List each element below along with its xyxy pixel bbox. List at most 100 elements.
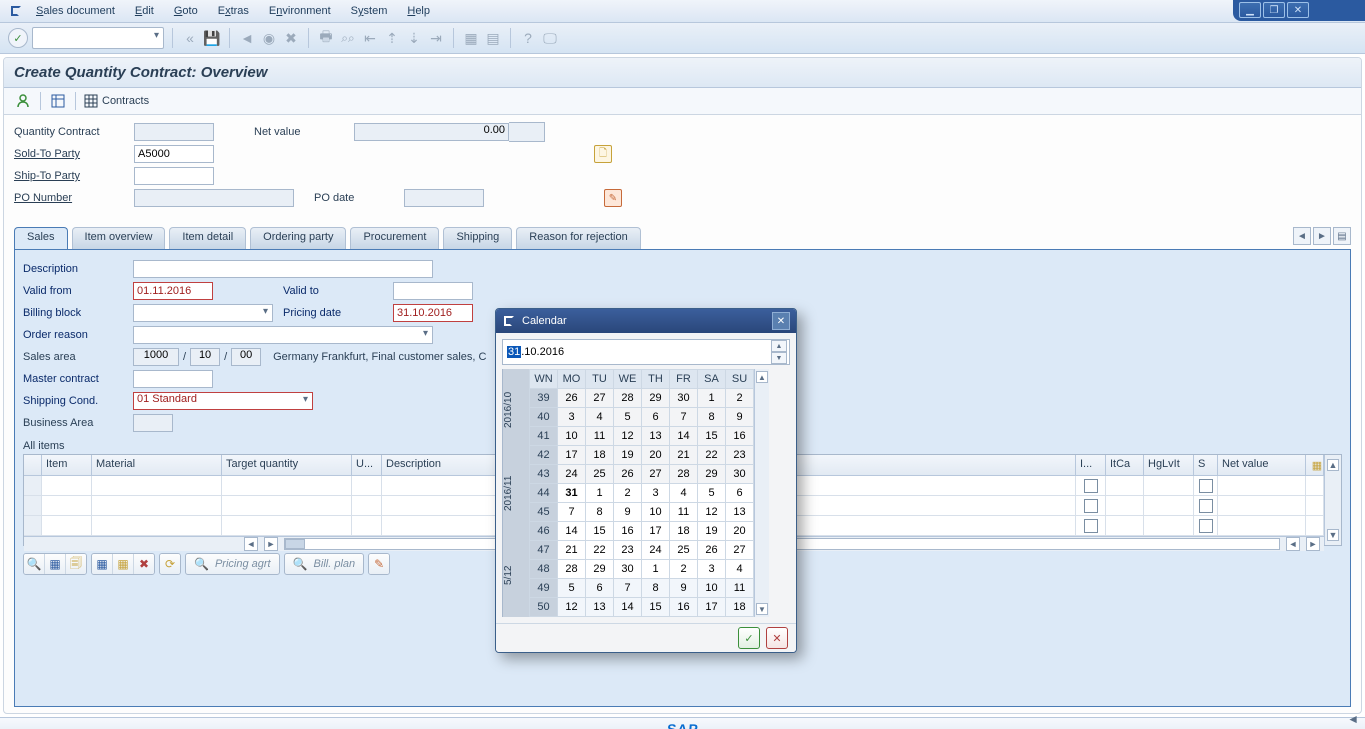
calendar-day[interactable]: 16 [614, 522, 642, 541]
sold-to-field[interactable] [134, 145, 214, 163]
calendar-day[interactable]: 23 [726, 446, 754, 465]
calendar-day[interactable]: 25 [586, 465, 614, 484]
calendar-day[interactable]: 29 [642, 389, 670, 408]
calendar-day[interactable]: 25 [670, 541, 698, 560]
calendar-day[interactable]: 26 [698, 541, 726, 560]
shipping-cond-combo[interactable]: 01 Standard [133, 392, 313, 410]
calendar-day[interactable]: 27 [586, 389, 614, 408]
calendar-close-button[interactable]: ✕ [772, 312, 790, 330]
tab-shipping[interactable]: Shipping [443, 227, 512, 249]
calendar-day[interactable]: 18 [586, 446, 614, 465]
pricing-date-field[interactable] [393, 304, 473, 322]
calendar-cancel-button[interactable]: ✕ [766, 627, 788, 649]
calendar-day[interactable]: 19 [614, 446, 642, 465]
tab-procurement[interactable]: Procurement [350, 227, 439, 249]
calendar-day[interactable]: 2 [726, 389, 754, 408]
calendar-day[interactable]: 29 [698, 465, 726, 484]
col-netvalue[interactable]: Net value [1218, 455, 1306, 475]
calendar-day[interactable]: 22 [698, 446, 726, 465]
calendar-day[interactable]: 16 [670, 598, 698, 617]
tab-prev[interactable]: ◄ [1293, 227, 1311, 245]
col-itca[interactable]: ItCa [1106, 455, 1144, 475]
calendar-day[interactable]: 9 [670, 579, 698, 598]
checkbox[interactable] [1084, 479, 1098, 493]
calendar-day[interactable]: 17 [558, 446, 586, 465]
calendar-day[interactable]: 8 [698, 408, 726, 427]
scroll-right-end[interactable]: ► [1306, 537, 1320, 551]
calendar-day[interactable]: 26 [614, 465, 642, 484]
calendar-day[interactable]: 13 [642, 427, 670, 446]
scroll-thumb[interactable] [285, 539, 305, 549]
col-material[interactable]: Material [92, 455, 222, 475]
calendar-scroll-down[interactable]: ▼ [756, 603, 768, 615]
calendar-day[interactable]: 17 [642, 522, 670, 541]
note-icon[interactable]: ✎ [604, 189, 622, 207]
calendar-day[interactable]: 5 [614, 408, 642, 427]
calendar-day[interactable]: 31 [558, 484, 586, 503]
grid-config-icon[interactable]: ▦ [1306, 455, 1324, 475]
enter-button[interactable]: ✓ [8, 28, 28, 48]
new-session-icon[interactable]: ▦ [462, 29, 480, 47]
scroll-right[interactable]: ► [264, 537, 278, 551]
calendar-day[interactable]: 24 [558, 465, 586, 484]
calendar-day[interactable]: 14 [614, 598, 642, 617]
calendar-day[interactable]: 9 [726, 408, 754, 427]
valid-from-field[interactable] [133, 282, 213, 300]
calendar-day[interactable]: 27 [642, 465, 670, 484]
billing-block-combo[interactable] [133, 304, 273, 322]
person-icon[interactable] [14, 92, 32, 110]
calendar-day[interactable]: 4 [586, 408, 614, 427]
window-close[interactable]: ✕ [1287, 2, 1309, 18]
tab-item-overview[interactable]: Item overview [72, 227, 166, 249]
calendar-day[interactable]: 27 [726, 541, 754, 560]
menu-system[interactable]: System [351, 5, 388, 17]
calendar-day[interactable]: 9 [614, 503, 642, 522]
cancel-icon[interactable]: ✖ [282, 29, 300, 47]
next-page-icon[interactable]: ⇣ [405, 29, 423, 47]
grid-select-col[interactable] [24, 455, 42, 475]
calendar-day[interactable]: 8 [642, 579, 670, 598]
calendar-date-input[interactable]: 31.10.2016 [505, 346, 771, 358]
calendar-spin-up[interactable]: ▲ [771, 340, 787, 352]
btn-detail[interactable]: 🔍 [24, 554, 45, 574]
calendar-day[interactable]: 15 [586, 522, 614, 541]
btn-refresh[interactable]: ⟳ [160, 554, 180, 574]
calendar-table[interactable]: WNMOTUWETHFRSASU392627282930124034567894… [529, 369, 754, 617]
scroll-left[interactable]: ◄ [244, 537, 258, 551]
calendar-day[interactable]: 10 [698, 579, 726, 598]
calendar-day[interactable]: 17 [698, 598, 726, 617]
last-page-icon[interactable]: ⇥ [427, 29, 445, 47]
tab-next[interactable]: ► [1313, 227, 1331, 245]
calendar-day[interactable]: 13 [726, 503, 754, 522]
overview-icon[interactable] [49, 92, 67, 110]
exit-icon[interactable]: ◉ [260, 29, 278, 47]
calendar-day[interactable]: 20 [726, 522, 754, 541]
calendar-day[interactable]: 30 [614, 560, 642, 579]
tab-ordering-party[interactable]: Ordering party [250, 227, 346, 249]
master-contract-field[interactable] [133, 370, 213, 388]
calendar-day[interactable]: 3 [698, 560, 726, 579]
calendar-day[interactable]: 6 [642, 408, 670, 427]
local-layout-icon[interactable]: 🖵 [541, 29, 559, 47]
contracts-button[interactable]: Contracts [84, 94, 149, 108]
pricing-agrt-button[interactable]: 🔍 Pricing agrt [185, 553, 280, 575]
btn-delete[interactable]: ✖ [134, 554, 154, 574]
menu-goto[interactable]: Goto [174, 5, 198, 17]
calendar-day[interactable]: 23 [614, 541, 642, 560]
calendar-day[interactable]: 18 [670, 522, 698, 541]
scroll-left-end[interactable]: ◄ [1286, 537, 1300, 551]
calendar-day[interactable]: 7 [558, 503, 586, 522]
order-reason-combo[interactable] [133, 326, 433, 344]
calendar-day[interactable]: 13 [586, 598, 614, 617]
calendar-day[interactable]: 11 [726, 579, 754, 598]
calendar-day[interactable]: 7 [614, 579, 642, 598]
calendar-day[interactable]: 12 [698, 503, 726, 522]
scroll-up[interactable]: ▲ [1327, 459, 1339, 471]
po-number-label[interactable]: PO Number [14, 192, 134, 204]
menu-help[interactable]: Help [407, 5, 430, 17]
help-icon[interactable]: ? [519, 29, 537, 47]
window-minimize[interactable]: ▁ [1239, 2, 1261, 18]
menu-extras[interactable]: Extras [218, 5, 249, 17]
calendar-ok-button[interactable]: ✓ [738, 627, 760, 649]
find-icon[interactable]: ⌕⌕ [339, 29, 357, 47]
